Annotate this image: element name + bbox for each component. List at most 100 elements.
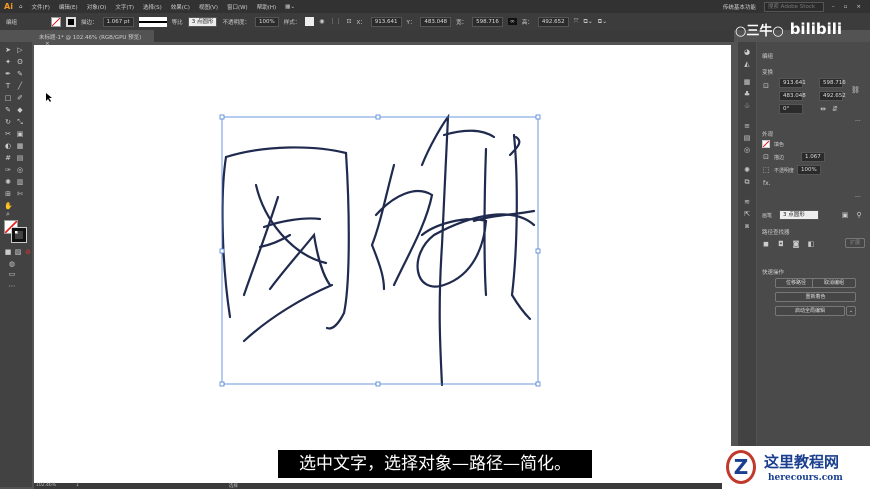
warp-icon[interactable]: ✂ xyxy=(4,130,12,138)
stroke-weight-input[interactable]: 1.067 pt xyxy=(102,16,134,27)
appearance-icon[interactable]: ✺ xyxy=(743,166,751,174)
reference-point-icon[interactable]: ⊡ xyxy=(762,82,770,90)
minus-front-icon[interactable]: ◘ xyxy=(777,240,785,248)
paintbrush-icon[interactable]: ✐ xyxy=(16,94,24,102)
x-input[interactable]: 913.641 xyxy=(370,16,402,27)
artboard-canvas[interactable] xyxy=(34,45,731,483)
shape-builder-icon[interactable]: ◐ xyxy=(4,142,12,150)
brush-options-icon[interactable]: ⚲ xyxy=(855,211,863,219)
offset-path-button[interactable]: 位移路径 xyxy=(775,278,817,288)
zoom-level[interactable]: 102.46% xyxy=(36,483,56,489)
artboards-icon[interactable]: ⧈ xyxy=(743,222,751,230)
stroke-profile-select[interactable] xyxy=(138,16,167,27)
close-window-button[interactable]: × xyxy=(856,4,861,10)
brush-select[interactable]: 3 点圆形 xyxy=(187,16,218,27)
type-tool-icon[interactable]: T xyxy=(4,82,12,90)
intersect-icon[interactable]: ◙ xyxy=(792,240,800,248)
brush-select-panel[interactable]: 3 点圆形 xyxy=(779,210,819,220)
scale-icon[interactable]: ⤡ xyxy=(16,118,24,126)
opacity-field[interactable]: 100% xyxy=(797,165,821,175)
effects-button[interactable]: fx. xyxy=(763,180,771,187)
lasso-icon[interactable]: ʘ xyxy=(16,58,24,66)
shaper-icon[interactable]: ✎ xyxy=(4,106,12,114)
transparency-icon[interactable]: ◎ xyxy=(743,146,751,154)
free-transform-icon[interactable]: ▣ xyxy=(16,130,24,138)
fill-swatch[interactable] xyxy=(51,16,61,27)
menu-type[interactable]: 文字(T) xyxy=(115,3,134,11)
reference-point-icon[interactable]: ⊡ xyxy=(346,18,351,25)
stroke-swatch[interactable] xyxy=(66,16,76,27)
style-swatch[interactable] xyxy=(305,17,315,26)
menu-help[interactable]: 帮助(H) xyxy=(257,3,276,11)
graph-icon[interactable]: ▥ xyxy=(16,178,24,186)
brushes-icon[interactable]: ♣ xyxy=(743,90,751,98)
global-edit-button[interactable]: 启动全局编辑 xyxy=(775,306,845,316)
screen-mode-icon[interactable]: ▭ xyxy=(8,270,16,278)
isolate-icon[interactable]: ⧉⌄ xyxy=(583,18,592,26)
eyedropper-icon[interactable]: ✑ xyxy=(4,166,12,174)
recolor-icon[interactable]: ◉ xyxy=(319,18,324,25)
arrange-documents-button[interactable]: ▦⌄ xyxy=(285,4,295,10)
maximize-button[interactable]: ▫ xyxy=(844,4,848,10)
appearance-more-button[interactable]: ... xyxy=(855,192,861,199)
flip-vertical-icon[interactable]: ⇵ xyxy=(831,105,839,113)
document-tab[interactable]: 未标题-1* @ 102.46% (RGB/GPU 预览) × xyxy=(34,30,154,47)
direct-selection-tool-icon[interactable]: ▷ xyxy=(16,46,24,54)
menu-edit[interactable]: 编辑(E) xyxy=(59,3,78,11)
y-input[interactable]: 483.048 xyxy=(420,16,452,27)
recolor-button[interactable]: 重新着色 xyxy=(775,292,856,302)
hand-icon[interactable]: ✋ xyxy=(4,202,13,210)
transform-more-button[interactable]: ... xyxy=(855,116,861,123)
graphic-styles-icon[interactable]: ⧉ xyxy=(743,178,751,186)
x-field[interactable]: 913.641 xyxy=(779,78,806,88)
menu-object[interactable]: 对象(O) xyxy=(87,3,107,11)
mesh-icon[interactable]: # xyxy=(4,154,12,162)
artboard-icon[interactable]: ⊞ xyxy=(4,190,12,198)
width-field[interactable]: 598.716 xyxy=(819,78,846,88)
menu-file[interactable]: 文件(F) xyxy=(31,3,49,11)
blend-icon[interactable]: ◎ xyxy=(16,166,24,174)
gradient-panel-icon[interactable]: ▤ xyxy=(743,134,751,142)
gradient-mode-icon[interactable]: ▨ xyxy=(14,248,22,256)
y-field[interactable]: 483.048 xyxy=(779,91,806,101)
flip-horizontal-icon[interactable]: ⇹ xyxy=(819,105,827,113)
none-mode-icon[interactable]: ⊘ xyxy=(24,248,32,256)
perspective-icon[interactable]: ▦ xyxy=(16,142,24,150)
edit-toolbar-icon[interactable]: ⋯ xyxy=(8,282,16,290)
ungroup-button[interactable]: 取消编组 xyxy=(812,278,856,288)
color-mode-icon[interactable]: ■ xyxy=(4,248,12,256)
opacity-input[interactable]: 100% xyxy=(254,16,279,27)
menu-window[interactable]: 窗口(W) xyxy=(227,3,248,11)
stroke-weight-field[interactable]: 1.067 xyxy=(801,152,825,162)
stock-search-input[interactable]: 搜索 Adobe Stock xyxy=(763,1,824,12)
pen-tool-icon[interactable]: ✒ xyxy=(4,70,12,78)
swatches-icon[interactable]: ▦ xyxy=(743,78,751,86)
color-panel-icon[interactable]: ◕ xyxy=(743,48,751,56)
selection-tool-icon[interactable]: ➤ xyxy=(4,46,12,54)
line-tool-icon[interactable]: ╱ xyxy=(16,82,24,90)
symbol-sprayer-icon[interactable]: ✺ xyxy=(4,178,12,186)
menu-select[interactable]: 选择(S) xyxy=(143,3,162,11)
slice-icon[interactable]: ✄ xyxy=(16,190,24,198)
brush-library-icon[interactable]: ▣ xyxy=(841,211,849,219)
align-icon[interactable]: ⋮⋮ xyxy=(329,18,341,25)
rotate-icon[interactable]: ↻ xyxy=(4,118,12,126)
menu-view[interactable]: 视图(V) xyxy=(199,3,218,11)
export-icon[interactable]: ⇱ xyxy=(743,210,751,218)
expand-button[interactable]: 扩展 xyxy=(845,238,865,248)
curvature-icon[interactable]: ✎ xyxy=(16,70,24,78)
symbols-icon[interactable]: ♧ xyxy=(743,102,751,110)
constrain-icon[interactable]: ⛓ xyxy=(851,86,860,94)
artboard-number[interactable]: 1 xyxy=(76,483,79,489)
draw-mode-icon[interactable]: ◍ xyxy=(8,260,16,268)
eraser-icon[interactable]: ◆ xyxy=(16,106,24,114)
magic-wand-icon[interactable]: ✦ xyxy=(4,58,12,66)
fill-swatch-panel[interactable] xyxy=(762,140,770,148)
stroke-color-swatch[interactable] xyxy=(11,227,27,243)
select-similar-icon[interactable]: ⧉⌄ xyxy=(598,18,607,26)
height-field[interactable]: 492.652 xyxy=(819,91,846,101)
width-input[interactable]: 598.716 xyxy=(472,16,503,27)
global-edit-dropdown[interactable]: ⌄ xyxy=(846,306,856,316)
home-icon[interactable]: ⌂ xyxy=(19,4,23,10)
color-guide-icon[interactable]: ◭ xyxy=(743,60,751,68)
